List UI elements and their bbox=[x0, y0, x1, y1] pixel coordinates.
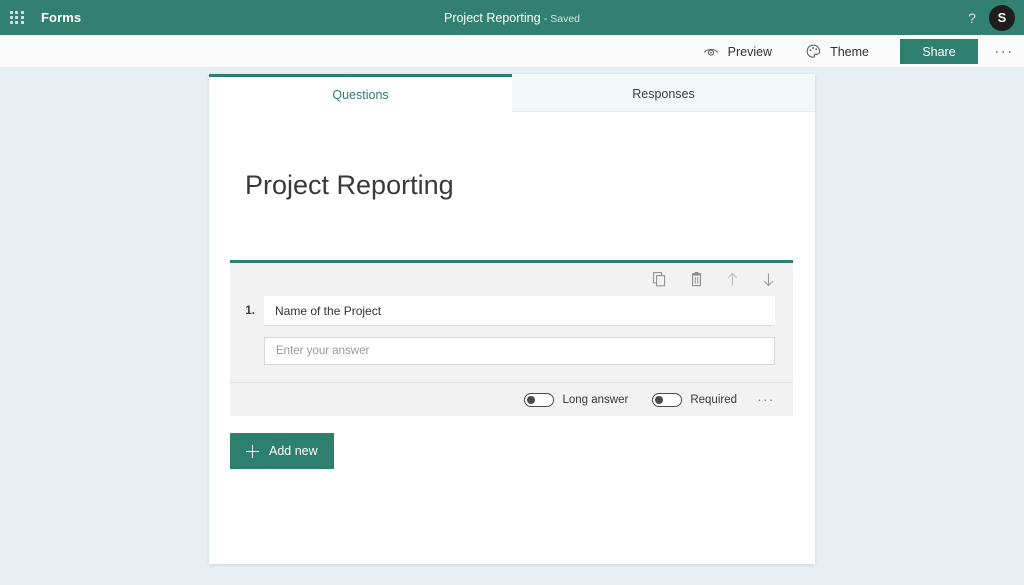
document-title-text: Project Reporting bbox=[443, 10, 541, 25]
question-number: 1. bbox=[245, 305, 255, 317]
move-down-icon[interactable] bbox=[757, 269, 779, 291]
required-label: Required bbox=[690, 393, 737, 406]
theme-button[interactable]: Theme bbox=[789, 35, 886, 68]
preview-button[interactable]: Preview bbox=[686, 35, 789, 68]
document-title[interactable]: Project Reporting - Saved bbox=[444, 11, 580, 25]
preview-label: Preview bbox=[727, 44, 773, 59]
answer-input[interactable]: Enter your answer bbox=[264, 337, 775, 365]
share-button[interactable]: Share bbox=[900, 39, 978, 64]
title-separator: - bbox=[543, 12, 548, 25]
copy-icon[interactable] bbox=[649, 269, 671, 291]
waffle-dot bbox=[10, 21, 13, 25]
app-brand-label[interactable]: Forms bbox=[41, 10, 81, 25]
waffle-dot bbox=[15, 15, 19, 19]
move-up-icon[interactable] bbox=[721, 269, 743, 291]
tab-responses[interactable]: Responses bbox=[512, 74, 815, 112]
waffle-dot bbox=[10, 10, 13, 14]
header-right-controls: ? S bbox=[957, 0, 1024, 35]
delete-icon[interactable] bbox=[685, 269, 707, 291]
waffle-dot bbox=[20, 10, 24, 14]
tab-bar: Questions Responses bbox=[209, 74, 815, 112]
theme-label: Theme bbox=[830, 44, 869, 59]
question-row: 1. Name of the Project bbox=[230, 296, 793, 326]
palette-icon bbox=[806, 44, 821, 59]
toggle-switch[interactable] bbox=[524, 392, 555, 407]
plus-icon bbox=[246, 444, 259, 458]
waffle-dot bbox=[20, 21, 24, 25]
app-launcher-icon[interactable] bbox=[10, 10, 24, 25]
long-answer-label: Long answer bbox=[562, 393, 629, 406]
waffle-dot bbox=[10, 15, 13, 19]
page-title[interactable]: Project Reporting bbox=[245, 170, 815, 201]
question-card: 1. Name of the Project Enter your answer… bbox=[230, 260, 793, 416]
question-more-button[interactable]: ··· bbox=[751, 386, 781, 414]
avatar[interactable]: S bbox=[989, 4, 1015, 31]
toggle-switch[interactable] bbox=[652, 392, 683, 407]
waffle-dot bbox=[15, 10, 19, 14]
toggle-knob bbox=[527, 395, 536, 404]
document-title-container: Project Reporting - Saved bbox=[0, 0, 1024, 35]
eye-icon bbox=[703, 45, 719, 58]
help-icon[interactable]: ? bbox=[957, 0, 987, 35]
page-canvas: Questions Responses Project Reporting 1.… bbox=[0, 69, 1024, 585]
toggle-knob bbox=[655, 395, 664, 404]
add-new-button[interactable]: Add new bbox=[230, 433, 334, 469]
add-new-label: Add new bbox=[269, 444, 318, 458]
toolbar-more-button[interactable]: ··· bbox=[984, 35, 1024, 68]
tab-questions[interactable]: Questions bbox=[209, 74, 512, 112]
top-header-bar: Forms Project Reporting - Saved ? S bbox=[0, 0, 1024, 35]
save-status-label: Saved bbox=[550, 12, 581, 25]
question-card-footer: Long answer Required ··· bbox=[230, 383, 793, 416]
answer-area: Enter your answer bbox=[230, 326, 793, 365]
waffle-dot bbox=[20, 15, 24, 19]
long-answer-toggle[interactable]: Long answer bbox=[524, 392, 629, 407]
question-card-toolbar bbox=[230, 263, 793, 296]
command-toolbar: Preview Theme Share ··· bbox=[0, 35, 1024, 68]
required-toggle[interactable]: Required bbox=[652, 392, 737, 407]
waffle-dot bbox=[15, 21, 19, 25]
question-text-input[interactable]: Name of the Project bbox=[264, 296, 775, 326]
command-toolbar-items: Preview Theme Share ··· bbox=[686, 35, 1024, 68]
form-panel: Questions Responses Project Reporting 1.… bbox=[209, 74, 815, 564]
